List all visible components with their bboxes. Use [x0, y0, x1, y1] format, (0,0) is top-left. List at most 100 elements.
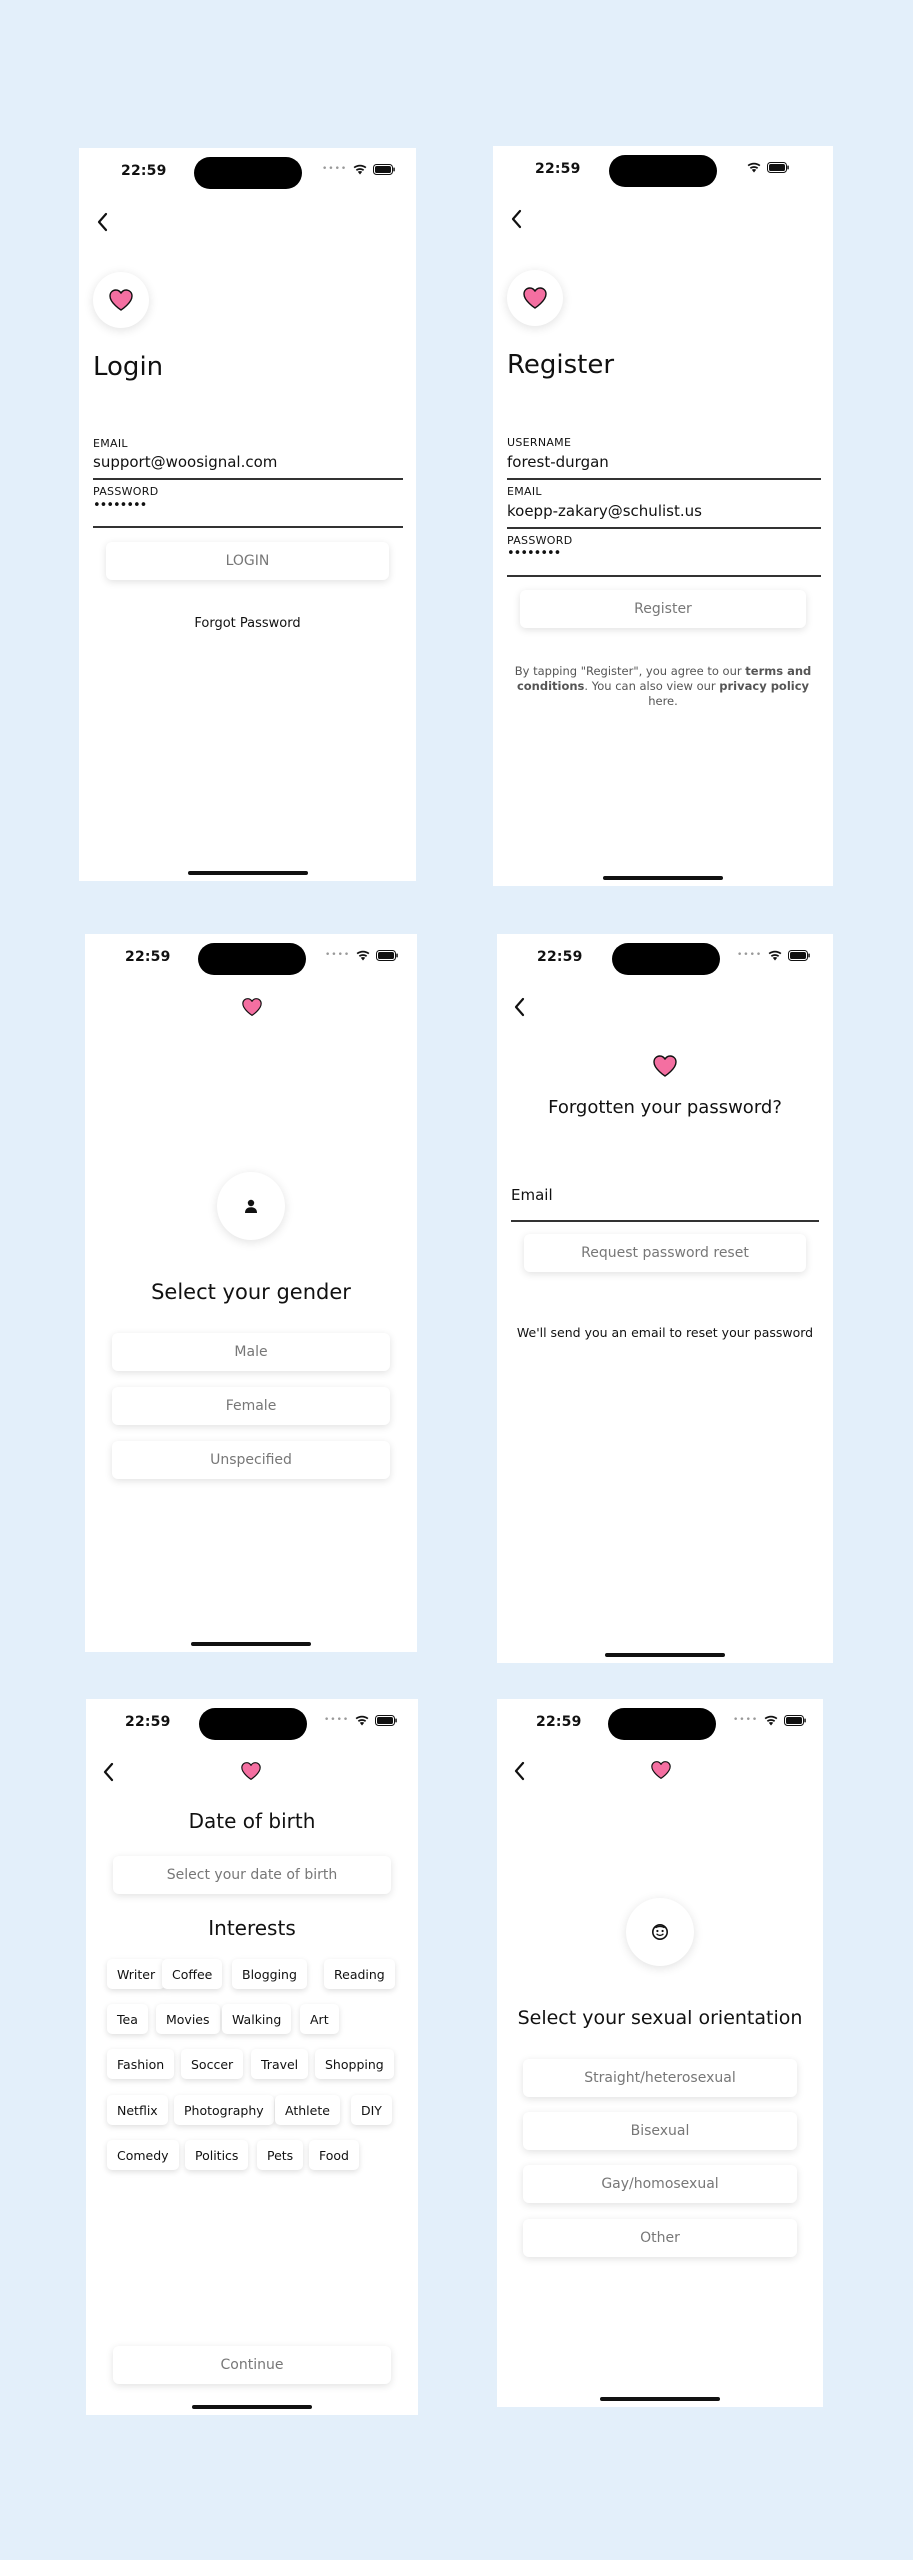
terms-text: By tapping "Register", you agree to our …	[513, 664, 813, 709]
interest-chip[interactable]: Movies	[156, 2004, 220, 2034]
wifi-icon	[768, 949, 782, 961]
home-indicator	[187, 871, 308, 875]
login-button[interactable]: LOGIN	[106, 542, 389, 580]
status-time: 22:59	[121, 163, 167, 179]
interest-chip[interactable]: Art	[300, 2004, 339, 2034]
wifi-icon	[747, 161, 761, 173]
password-underline	[507, 575, 821, 577]
email-input[interactable]: Email	[511, 1186, 553, 1204]
back-icon[interactable]	[509, 208, 525, 230]
continue-button[interactable]: Continue	[113, 2346, 391, 2384]
email-field[interactable]: support@woosignal.com	[93, 453, 277, 471]
home-indicator	[191, 1642, 311, 1646]
gender-option-unspecified[interactable]: Unspecified	[112, 1441, 390, 1479]
interest-chip[interactable]: Politics	[185, 2140, 249, 2170]
page-title: Login	[93, 352, 164, 382]
back-icon[interactable]	[101, 1761, 117, 1783]
status-bar: 22:59 ••••	[497, 934, 833, 986]
signal-icon: ••••	[324, 1715, 350, 1725]
interest-chip[interactable]: Pets	[257, 2140, 304, 2170]
face-icon	[652, 1924, 668, 1940]
interests-title: Interests	[208, 1916, 296, 1940]
dynamic-island	[198, 943, 306, 975]
interest-chip[interactable]: Athlete	[275, 2095, 340, 2125]
username-field[interactable]: forest-durgan	[507, 453, 609, 471]
wifi-icon	[353, 163, 367, 175]
password-field[interactable]: ••••••••	[93, 498, 147, 513]
heart-icon	[652, 1054, 678, 1078]
heart-icon	[522, 286, 548, 310]
username-label: USERNAME	[507, 436, 572, 449]
gender-option-male[interactable]: Male	[112, 1333, 390, 1371]
interest-chip[interactable]: Photography	[174, 2095, 274, 2125]
interest-chip[interactable]: Writer	[107, 1959, 166, 1989]
face-badge	[626, 1898, 694, 1966]
wifi-icon	[355, 1714, 369, 1726]
back-icon[interactable]	[512, 1760, 528, 1782]
interest-chip[interactable]: Blogging	[232, 1959, 307, 1989]
interest-chip[interactable]: Fashion	[107, 2049, 175, 2079]
wifi-icon	[356, 949, 370, 961]
home-indicator	[192, 2405, 312, 2409]
page-title: Date of birth	[188, 1809, 316, 1833]
forgot-password-screen: 22:59 •••• Forgotten your password? Emai…	[497, 934, 833, 1663]
wifi-icon	[764, 1714, 778, 1726]
orientation-option-gay[interactable]: Gay/homosexual	[523, 2165, 797, 2203]
interest-chip[interactable]: Soccer	[181, 2049, 244, 2079]
heart-icon	[108, 288, 134, 312]
gender-option-female[interactable]: Female	[112, 1387, 390, 1425]
privacy-link[interactable]: privacy policy	[719, 679, 809, 693]
email-label: EMAIL	[507, 485, 542, 498]
status-bar: 22:59	[493, 146, 833, 198]
orientation-option-straight[interactable]: Straight/heterosexual	[523, 2059, 797, 2097]
email-field[interactable]: koepp-zakary@schulist.us	[507, 502, 702, 520]
status-bar: 22:59 ••••	[497, 1699, 823, 1751]
register-screen: 22:59 Register USERNAME forest-durgan EM…	[493, 146, 833, 886]
terms-mid: . You can also view our	[584, 679, 720, 693]
password-field[interactable]: ••••••••	[507, 546, 561, 561]
terms-suffix: here.	[648, 694, 678, 708]
email-underline	[93, 478, 403, 480]
forgot-password-link[interactable]: Forgot Password	[79, 616, 416, 631]
interest-chip[interactable]: Food	[309, 2140, 359, 2170]
status-time: 22:59	[536, 1714, 582, 1730]
username-underline	[507, 478, 821, 480]
orientation-screen: 22:59 •••• Select your sexual orientatio…	[497, 1699, 823, 2407]
interest-chip[interactable]: Comedy	[107, 2140, 179, 2170]
dynamic-island	[609, 155, 717, 187]
terms-prefix: By tapping "Register", you agree to our	[514, 664, 746, 678]
back-icon[interactable]	[95, 211, 111, 233]
interest-chip[interactable]: Shopping	[315, 2049, 394, 2079]
orientation-option-bisexual[interactable]: Bisexual	[523, 2112, 797, 2150]
home-indicator	[600, 2397, 720, 2401]
battery-icon	[376, 950, 398, 961]
battery-icon	[767, 162, 789, 173]
password-label: PASSWORD	[93, 485, 159, 498]
back-icon[interactable]	[512, 996, 528, 1018]
interest-chip[interactable]: Tea	[107, 2004, 148, 2034]
reset-info-text: We'll send you an email to reset your pa…	[516, 1325, 814, 1340]
status-time: 22:59	[537, 949, 583, 965]
signal-icon: ••••	[737, 950, 763, 960]
interest-chip[interactable]: DIY	[351, 2095, 392, 2125]
interest-chip[interactable]: Netflix	[107, 2095, 168, 2125]
date-of-birth-screen: 22:59 •••• Date of birth Select your dat…	[86, 1699, 418, 2415]
battery-icon	[375, 1715, 397, 1726]
signal-icon: ••••	[733, 1715, 759, 1725]
email-underline	[507, 527, 821, 529]
status-time: 22:59	[535, 161, 581, 177]
date-picker[interactable]: Select your date of birth	[113, 1856, 391, 1894]
register-button[interactable]: Register	[520, 590, 806, 628]
interest-chip[interactable]: Travel	[251, 2049, 309, 2079]
interest-chip[interactable]: Coffee	[162, 1959, 223, 1989]
reset-password-button[interactable]: Request password reset	[524, 1234, 806, 1272]
home-indicator	[603, 876, 723, 880]
orientation-option-other[interactable]: Other	[523, 2219, 797, 2257]
battery-icon	[788, 950, 810, 961]
status-time: 22:59	[125, 1714, 171, 1730]
interest-chip[interactable]: Reading	[324, 1959, 395, 1989]
interest-chip[interactable]: Walking	[222, 2004, 292, 2034]
status-bar: 22:59 ••••	[79, 148, 416, 200]
page-title: Register	[507, 350, 615, 380]
home-indicator	[605, 1653, 725, 1657]
